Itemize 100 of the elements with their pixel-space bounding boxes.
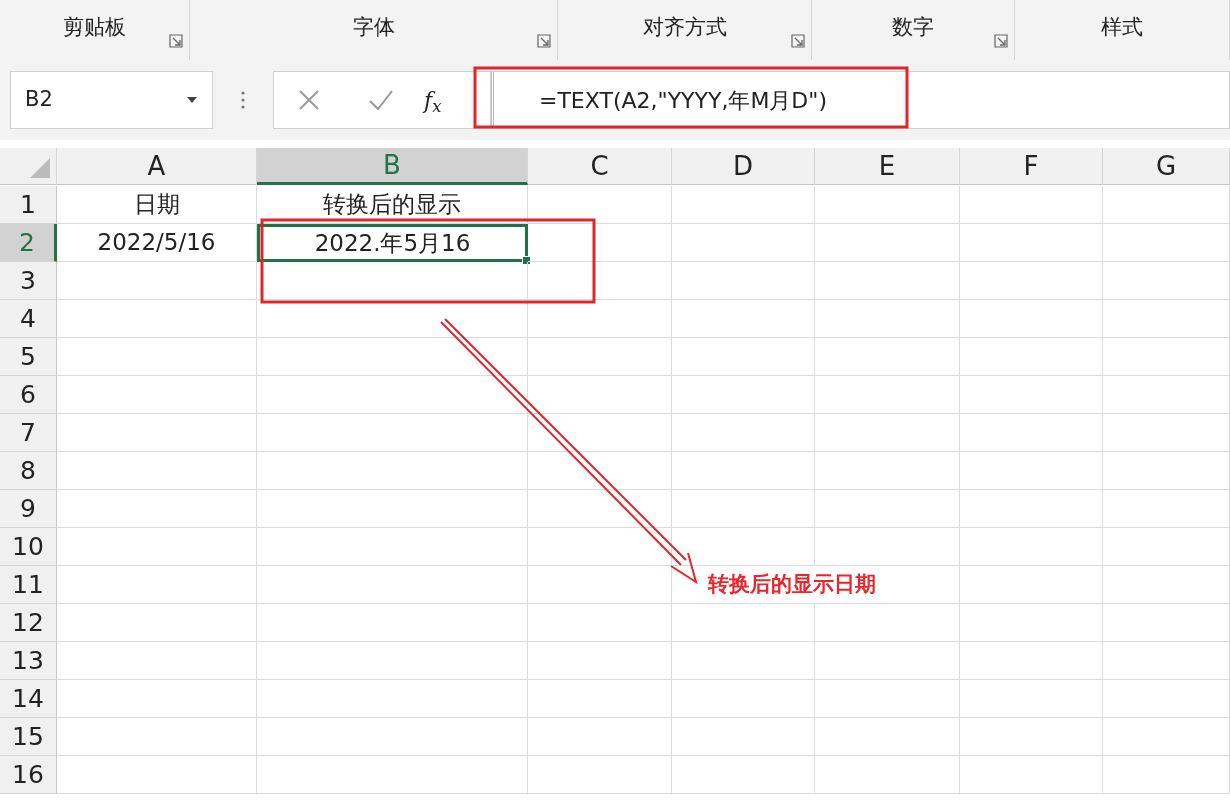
table-cell[interactable] [57, 756, 257, 794]
table-cell[interactable] [257, 452, 528, 490]
table-cell[interactable] [1103, 490, 1230, 528]
row-header[interactable]: 6 [0, 376, 57, 414]
table-cell[interactable] [57, 300, 257, 338]
row-header[interactable]: 13 [0, 642, 57, 680]
select-all-icon[interactable] [30, 158, 50, 178]
table-cell[interactable] [960, 338, 1103, 376]
table-cell[interactable] [815, 376, 960, 414]
table-cell[interactable] [960, 224, 1103, 262]
table-cell[interactable] [815, 642, 960, 680]
table-cell[interactable] [1103, 414, 1230, 452]
table-cell[interactable] [528, 680, 672, 718]
table-cell[interactable] [257, 756, 528, 794]
table-cell[interactable] [815, 338, 960, 376]
table-cell[interactable] [57, 718, 257, 756]
row-header[interactable]: 12 [0, 604, 57, 642]
row-header[interactable]: 2 [0, 224, 57, 262]
fill-handle[interactable] [522, 256, 531, 265]
column-header[interactable]: E [815, 148, 960, 185]
table-cell[interactable] [528, 414, 672, 452]
cancel-icon[interactable] [298, 89, 320, 111]
table-cell[interactable] [57, 338, 257, 376]
table-cell[interactable] [528, 642, 672, 680]
table-cell[interactable] [672, 452, 815, 490]
table-cell[interactable] [57, 452, 257, 490]
table-cell[interactable] [257, 680, 528, 718]
table-cell[interactable] [815, 718, 960, 756]
table-cell[interactable] [257, 490, 528, 528]
column-header[interactable]: F [960, 148, 1103, 185]
table-cell[interactable] [528, 528, 672, 566]
table-cell[interactable] [1103, 680, 1230, 718]
table-cell[interactable] [672, 718, 815, 756]
table-cell[interactable] [960, 300, 1103, 338]
table-cell[interactable] [1103, 718, 1230, 756]
table-cell[interactable] [672, 376, 815, 414]
column-header[interactable]: D [672, 148, 815, 185]
check-icon[interactable] [368, 89, 394, 111]
insert-function-button[interactable]: f$_{x}$ [424, 83, 442, 117]
dialog-launcher-icon[interactable] [169, 34, 183, 48]
row-header[interactable]: 8 [0, 452, 57, 490]
table-cell[interactable] [257, 414, 528, 452]
table-cell[interactable] [1103, 604, 1230, 642]
table-cell[interactable] [960, 718, 1103, 756]
table-cell[interactable] [528, 262, 672, 300]
table-cell[interactable]: 2022.年5月16 [257, 224, 528, 262]
table-cell[interactable] [528, 300, 672, 338]
row-header[interactable]: 1 [0, 186, 57, 224]
table-cell[interactable] [960, 604, 1103, 642]
name-box[interactable]: B2 [10, 71, 213, 129]
table-cell[interactable] [672, 642, 815, 680]
table-cell[interactable] [672, 262, 815, 300]
table-cell[interactable] [528, 452, 672, 490]
dialog-launcher-icon[interactable] [994, 34, 1008, 48]
table-cell[interactable] [528, 490, 672, 528]
table-cell[interactable] [57, 376, 257, 414]
table-cell[interactable] [815, 490, 960, 528]
table-cell[interactable] [1103, 756, 1230, 794]
table-cell[interactable] [672, 490, 815, 528]
table-cell[interactable] [960, 414, 1103, 452]
table-cell[interactable] [57, 566, 257, 604]
table-cell[interactable] [672, 414, 815, 452]
dialog-launcher-icon[interactable] [791, 34, 805, 48]
column-header[interactable]: A [57, 148, 257, 185]
table-cell[interactable] [672, 186, 815, 224]
column-header[interactable]: C [528, 148, 672, 185]
table-cell[interactable] [815, 528, 960, 566]
table-cell[interactable] [57, 604, 257, 642]
table-cell[interactable] [960, 756, 1103, 794]
table-cell[interactable] [257, 376, 528, 414]
table-cell[interactable] [815, 756, 960, 794]
table-cell[interactable] [960, 262, 1103, 300]
table-cell[interactable] [257, 604, 528, 642]
table-cell[interactable] [528, 224, 672, 262]
table-cell[interactable] [1103, 528, 1230, 566]
table-cell[interactable] [672, 338, 815, 376]
table-cell[interactable] [257, 642, 528, 680]
column-header[interactable]: B [257, 148, 528, 185]
table-cell[interactable] [528, 376, 672, 414]
table-cell[interactable] [960, 186, 1103, 224]
table-cell[interactable] [528, 756, 672, 794]
row-header[interactable]: 15 [0, 718, 57, 756]
row-header[interactable]: 16 [0, 756, 57, 794]
table-cell[interactable] [960, 680, 1103, 718]
row-header[interactable]: 10 [0, 528, 57, 566]
table-cell[interactable] [815, 414, 960, 452]
table-cell[interactable] [672, 300, 815, 338]
table-cell[interactable] [1103, 186, 1230, 224]
table-cell[interactable] [57, 490, 257, 528]
table-cell[interactable] [57, 414, 257, 452]
table-cell[interactable] [1103, 338, 1230, 376]
table-cell[interactable] [528, 566, 672, 604]
table-cell[interactable] [815, 300, 960, 338]
table-cell[interactable]: 转换后的显示日期 [672, 566, 960, 604]
table-cell[interactable] [257, 528, 528, 566]
table-cell[interactable] [815, 680, 960, 718]
table-cell[interactable] [257, 338, 528, 376]
row-header[interactable]: 14 [0, 680, 57, 718]
table-cell[interactable] [815, 262, 960, 300]
table-cell[interactable] [257, 718, 528, 756]
